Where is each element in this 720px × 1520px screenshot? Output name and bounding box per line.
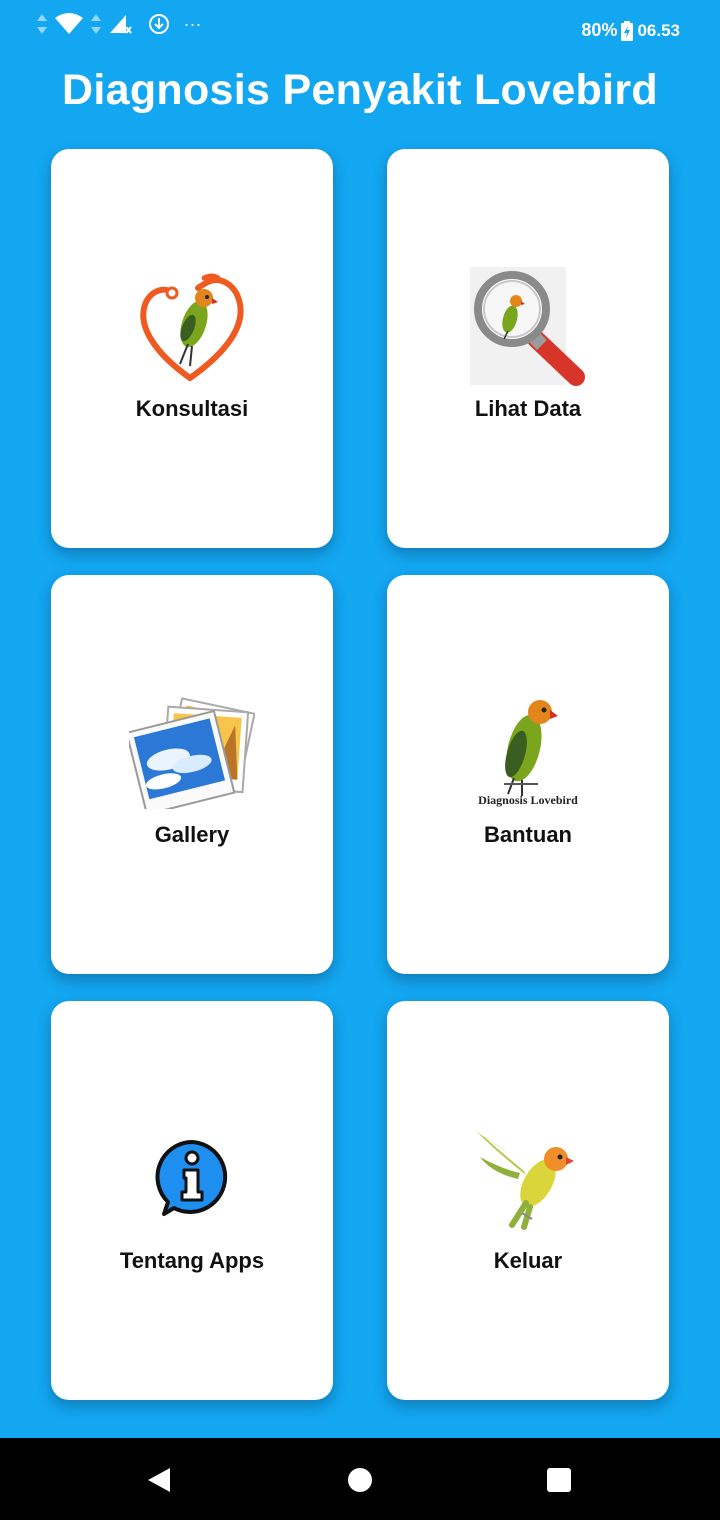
menu-label: Gallery (154, 822, 230, 847)
back-triangle-icon (148, 1468, 170, 1492)
menu-label: Bantuan (484, 822, 572, 847)
menu-card-keluar[interactable]: Keluar (387, 1001, 669, 1400)
home-circle-icon (348, 1468, 372, 1492)
logo-caption: Diagnosis Lovebird (478, 793, 578, 807)
menu-label: Lihat Data (474, 396, 582, 421)
battery-charging-icon (621, 20, 634, 41)
recents-square-icon (547, 1468, 571, 1492)
cell-signal-icon (108, 13, 132, 35)
lovebird-logo-icon: Diagnosis Lovebird (463, 689, 593, 814)
menu-card-lihat-data[interactable]: Lihat Data (387, 149, 669, 548)
data-arrows-icon (90, 12, 102, 36)
magnifier-lovebird-icon (463, 263, 593, 388)
battery-percent: 80% (581, 20, 618, 40)
status-bar: ... 80% 06.53 (0, 0, 720, 62)
status-icons-left: ... (36, 9, 203, 36)
navigation-bar (0, 1438, 720, 1520)
menu-label: Keluar (493, 1248, 563, 1273)
flying-lovebird-icon (463, 1115, 593, 1240)
back-button[interactable] (142, 1464, 174, 1496)
stethoscope-heart-lovebird-icon (127, 263, 257, 388)
status-icons-right: 80% 06.53 (581, 20, 680, 41)
overflow-dots: ... (184, 9, 203, 30)
wifi-icon (54, 13, 84, 35)
menu-card-gallery[interactable]: Gallery (51, 575, 333, 974)
home-button[interactable] (344, 1464, 376, 1496)
data-arrows-icon (36, 12, 48, 36)
menu-card-konsultasi[interactable]: Konsultasi (51, 149, 333, 548)
menu-label: Konsultasi (135, 396, 249, 421)
info-bubble-icon (127, 1115, 257, 1240)
clock: 06.53 (637, 20, 680, 40)
menu-card-bantuan[interactable]: Diagnosis Lovebird Bantuan (387, 575, 669, 974)
recents-button[interactable] (543, 1464, 575, 1496)
menu-label: Tentang Apps (119, 1248, 265, 1273)
menu-card-tentang-apps[interactable]: Tentang Apps (51, 1001, 333, 1400)
page-title: Diagnosis Penyakit Lovebird (62, 66, 658, 114)
photo-gallery-icon (127, 689, 257, 814)
download-icon (148, 13, 170, 35)
